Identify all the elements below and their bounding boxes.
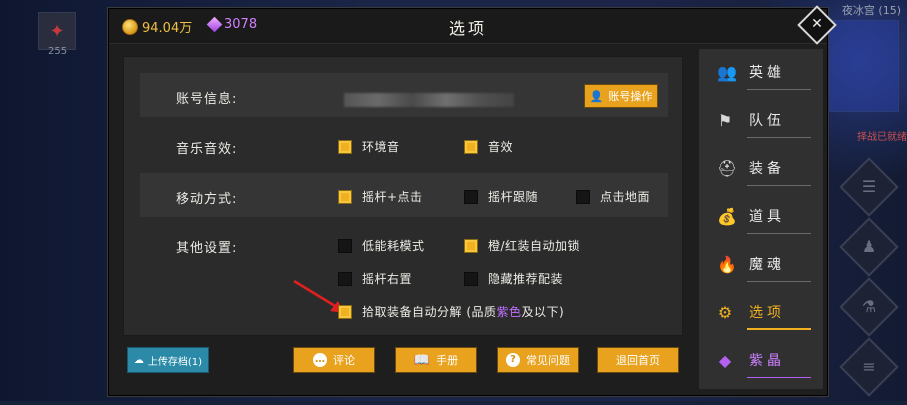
return-home-label: 退回首页: [616, 354, 660, 367]
ambient-sound-checkbox[interactable]: [338, 139, 352, 154]
nav-options-label: 选项: [749, 305, 785, 321]
auto-decompose-option[interactable]: 拾取装备自动分解 (品质紫色及以下): [338, 303, 564, 320]
joystick-follow-label: 摇杆跟随: [488, 190, 539, 204]
auto-lock-checkbox[interactable]: [464, 238, 478, 253]
joystick-click-label: 摇杆+点击: [362, 190, 423, 204]
nav-items-label: 道具: [749, 209, 785, 225]
settings-panel: 账号信息: 👤 账号操作 音乐音效: 环境音 音效 移动方式: 摇杆+点击 摇杆…: [123, 56, 683, 336]
auto-decompose-label: 拾取装备自动分解 (品质紫色及以下): [362, 305, 565, 319]
nav-items[interactable]: 💰 道具: [717, 201, 811, 234]
faq-label: 常见问题: [526, 354, 570, 367]
nav-options[interactable]: ⚙ 选项: [717, 297, 811, 330]
upload-save-button[interactable]: ☁ 上传存档(1): [127, 347, 209, 373]
account-info-redacted: [344, 93, 514, 107]
ambient-sound-option[interactable]: 环境音: [338, 138, 400, 155]
hide-recommend-checkbox[interactable]: [464, 271, 478, 286]
hero-avatar[interactable]: ✦: [38, 12, 76, 50]
nav-crystal[interactable]: ◆ 紫晶: [717, 345, 811, 378]
move-label: 移动方式:: [176, 192, 238, 207]
nav-team[interactable]: ⚑ 队伍: [717, 105, 811, 138]
return-home-button[interactable]: 退回首页: [597, 347, 679, 373]
battle-status: 择战已就绪: [857, 132, 907, 143]
nav-crystal-label: 紫晶: [749, 353, 785, 369]
hide-recommend-option[interactable]: 隐藏推荐配装: [464, 270, 563, 287]
options-dialog: 94.04万 3078 选项 ✕ 账号信息: 👤 账号操作 音乐音效: 环境音 …: [108, 5, 837, 396]
dialog-header: 94.04万 3078 选项 ✕: [109, 5, 837, 45]
nav-equipment-label: 装备: [749, 161, 785, 177]
auto-decompose-checkbox[interactable]: [338, 304, 352, 319]
flag-icon: ⚑: [717, 110, 737, 130]
flame-icon: 🔥: [717, 254, 741, 274]
account-operation-button[interactable]: 👤 账号操作: [584, 84, 658, 108]
crystal-icon: ◆: [718, 350, 736, 370]
upload-save-label: 上传存档(1): [147, 356, 203, 368]
comment-button[interactable]: … 评论: [293, 347, 375, 373]
comment-label: 评论: [333, 354, 355, 367]
account-operation-label: 账号操作: [608, 90, 653, 103]
sound-effect-option[interactable]: 音效: [464, 138, 513, 155]
minimap[interactable]: [827, 20, 899, 112]
tap-ground-label: 点击地面: [600, 190, 651, 204]
sound-effect-checkbox[interactable]: [464, 139, 478, 154]
low-power-checkbox[interactable]: [338, 238, 352, 253]
faq-button[interactable]: ? 常见问题: [497, 347, 579, 373]
other-label: 其他设置:: [176, 241, 238, 256]
nav-team-label: 队伍: [749, 113, 785, 129]
hero-level: 255: [48, 46, 68, 57]
user-icon: 👤: [589, 89, 604, 103]
nav-soul-label: 魔魂: [749, 257, 785, 273]
joystick-follow-checkbox[interactable]: [464, 189, 478, 204]
manual-button[interactable]: 📖 手册: [395, 347, 477, 373]
account-label: 账号信息:: [176, 92, 238, 107]
question-icon: ?: [506, 353, 520, 367]
manual-label: 手册: [436, 354, 459, 367]
gear-icon: ⚙: [717, 302, 737, 322]
chat-icon: …: [313, 353, 327, 367]
tap-ground-checkbox[interactable]: [576, 189, 590, 204]
dialog-title: 选项: [448, 19, 487, 38]
book-icon: 📖: [413, 352, 431, 368]
location-title: 夜冰宫 (15): [841, 4, 901, 17]
joystick-follow-option[interactable]: 摇杆跟随: [464, 188, 538, 205]
nav-equipment[interactable]: ⛑ 装备: [717, 153, 811, 186]
joystick-click-checkbox[interactable]: [338, 189, 352, 204]
bag-icon: 💰: [717, 206, 741, 226]
nav-soul[interactable]: 🔥 魔魂: [717, 249, 811, 282]
auto-lock-label: 橙/红装自动加锁: [488, 239, 581, 253]
joystick-click-option[interactable]: 摇杆+点击: [338, 188, 423, 205]
cloud-upload-icon: ☁: [133, 354, 144, 366]
helmet-icon: ⛑: [717, 158, 742, 178]
nav-heroes-label: 英雄: [749, 65, 785, 81]
nav-heroes[interactable]: 👥 英雄: [717, 57, 811, 90]
heroes-icon: 👥: [717, 62, 741, 82]
low-power-option[interactable]: 低能耗模式: [338, 237, 425, 254]
close-icon: ✕: [811, 16, 823, 32]
auto-lock-option[interactable]: 橙/红装自动加锁: [464, 237, 580, 254]
music-label: 音乐音效:: [176, 142, 238, 157]
hide-recommend-label: 隐藏推荐配装: [488, 272, 564, 286]
joystick-right-label: 摇杆右置: [362, 272, 413, 286]
sound-effect-label: 音效: [488, 140, 514, 154]
low-power-label: 低能耗模式: [362, 239, 425, 253]
side-nav: 👥 英雄 ⚑ 队伍 ⛑ 装备 💰 道具 🔥 魔魂 ⚙ 选项 ◆ 紫晶: [699, 49, 823, 389]
tap-ground-option[interactable]: 点击地面: [576, 188, 650, 205]
ambient-sound-label: 环境音: [362, 140, 400, 154]
